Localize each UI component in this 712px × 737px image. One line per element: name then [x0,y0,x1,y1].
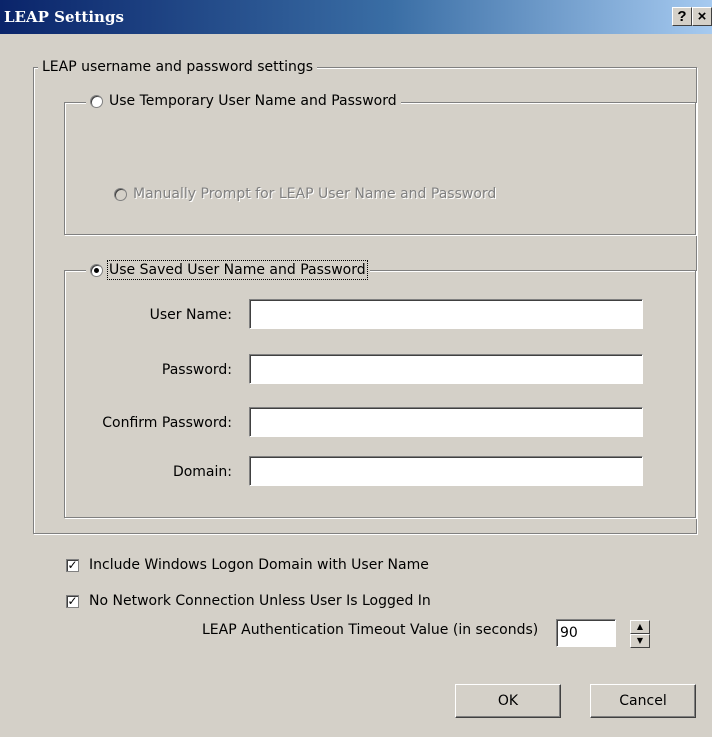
close-button[interactable]: × [692,7,712,26]
ok-button[interactable]: OK [455,684,561,718]
no-network-checkbox[interactable]: ✓ [66,594,79,608]
timeout-label: LEAP Authentication Timeout Value (in se… [202,622,539,638]
timeout-spinner: ▲ ▼ [630,620,650,648]
username-input[interactable] [249,299,643,329]
saved-credentials-option[interactable]: Use Saved User Name and Password [86,260,370,280]
spin-up-icon[interactable]: ▲ [630,620,650,634]
password-input[interactable] [249,354,643,384]
manual-prompt-option: Manually Prompt for LEAP User Name and P… [114,186,496,202]
help-button[interactable]: ? [672,7,692,26]
spin-down-icon[interactable]: ▼ [630,634,650,648]
window-title: LEAP Settings [4,8,124,26]
manual-prompt-radio [114,187,127,201]
credentials-group-label: LEAP username and password settings [38,59,318,75]
no-network-label: No Network Connection Unless User Is Log… [89,593,431,609]
saved-credentials-label: Use Saved User Name and Password [107,260,368,280]
temporary-credentials-label: Use Temporary User Name and Password [109,93,397,109]
manual-prompt-label: Manually Prompt for LEAP User Name and P… [133,186,497,202]
domain-label: Domain: [172,464,232,480]
saved-credentials-radio[interactable] [90,263,103,277]
title-bar: LEAP Settings ? × [0,0,712,34]
temporary-credentials-option[interactable]: Use Temporary User Name and Password [86,93,401,109]
include-domain-label: Include Windows Logon Domain with User N… [89,557,429,573]
cancel-button[interactable]: Cancel [590,684,696,718]
temporary-credentials-groupbox [64,102,696,235]
password-label: Password: [161,362,232,378]
confirm-password-label: Confirm Password: [102,415,232,431]
include-domain-checkbox[interactable]: ✓ [66,558,79,572]
domain-input[interactable] [249,456,643,486]
no-network-option[interactable]: ✓ No Network Connection Unless User Is Lo… [66,593,431,609]
confirm-password-input[interactable] [249,407,643,437]
temporary-credentials-radio[interactable] [90,94,103,108]
include-domain-option[interactable]: ✓ Include Windows Logon Domain with User … [66,557,429,573]
username-label: User Name: [149,307,232,323]
timeout-input[interactable]: 90 [556,619,616,647]
